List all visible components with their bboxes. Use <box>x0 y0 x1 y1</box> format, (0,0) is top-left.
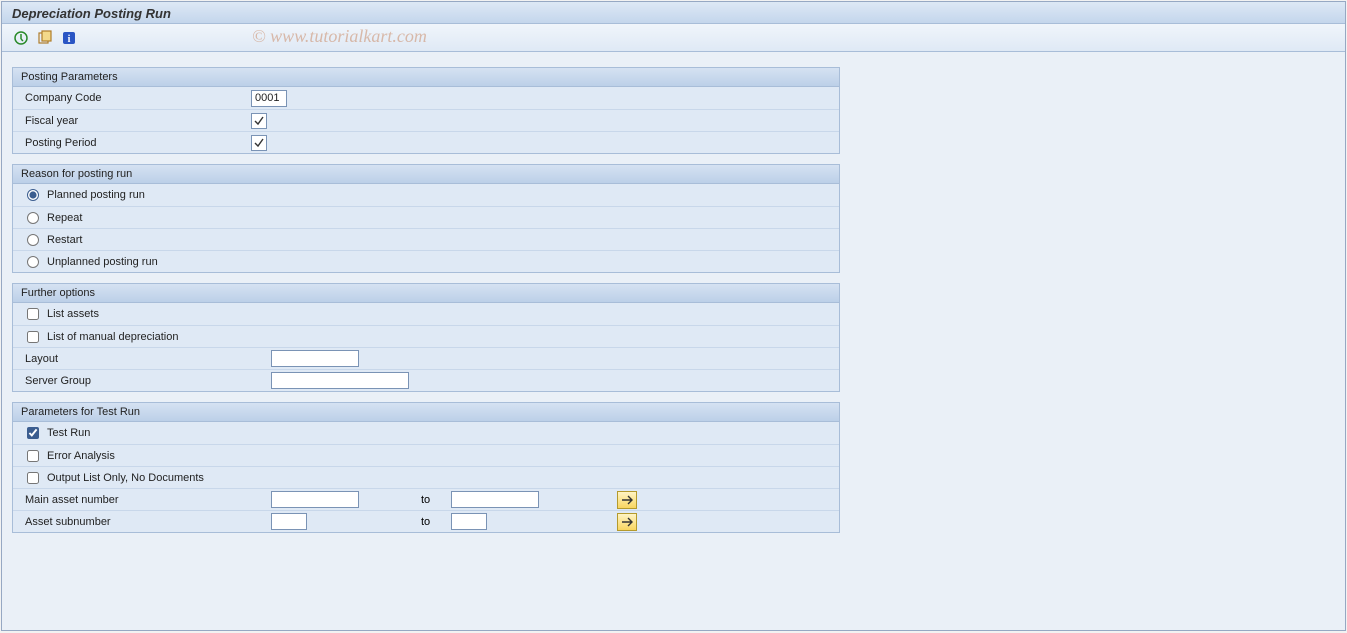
execute-icon[interactable] <box>12 29 30 47</box>
label-asset-sub: Asset subnumber <box>21 516 251 528</box>
svg-text:i: i <box>68 34 71 45</box>
checkbox-list-assets[interactable]: List assets <box>21 308 99 320</box>
row-list-manual: List of manual depreciation <box>13 325 839 347</box>
checkbox-input-error-analysis[interactable] <box>27 450 39 462</box>
toolbar: i © www.tutorialkart.com <box>2 24 1345 52</box>
group-reason: Reason for posting run Planned posting r… <box>12 164 840 273</box>
checkbox-label: List assets <box>47 308 99 320</box>
group-header: Posting Parameters <box>13 68 839 87</box>
radio-input-unplanned[interactable] <box>27 256 39 268</box>
label-company-code: Company Code <box>21 92 251 104</box>
input-company-code[interactable] <box>251 90 287 107</box>
content-area: Posting Parameters Company Code Fiscal y… <box>2 52 1345 558</box>
checkbox-label: Output List Only, No Documents <box>47 472 204 484</box>
radio-planned[interactable]: Planned posting run <box>21 189 145 201</box>
row-asset-sub: Asset subnumber to <box>13 510 839 532</box>
row-radio-planned: Planned posting run <box>13 184 839 206</box>
info-icon[interactable]: i <box>60 29 78 47</box>
radio-label: Planned posting run <box>47 189 145 201</box>
group-test-run: Parameters for Test Run Test Run Error A… <box>12 402 840 533</box>
group-further-options: Further options List assets List of manu… <box>12 283 840 392</box>
page-title: Depreciation Posting Run <box>12 6 171 21</box>
checkbox-input-test-run[interactable] <box>27 427 39 439</box>
checkbox-output-only[interactable]: Output List Only, No Documents <box>21 472 204 484</box>
row-radio-unplanned: Unplanned posting run <box>13 250 839 272</box>
radio-label: Unplanned posting run <box>47 256 158 268</box>
row-layout: Layout <box>13 347 839 369</box>
required-indicator-posting-period[interactable] <box>251 135 267 151</box>
row-main-asset: Main asset number to <box>13 488 839 510</box>
label-fiscal-year: Fiscal year <box>21 115 251 127</box>
row-fiscal-year: Fiscal year <box>13 109 839 131</box>
checkbox-test-run[interactable]: Test Run <box>21 427 90 439</box>
required-indicator-fiscal-year[interactable] <box>251 113 267 129</box>
checkbox-error-analysis[interactable]: Error Analysis <box>21 450 115 462</box>
group-posting-parameters: Posting Parameters Company Code Fiscal y… <box>12 67 840 154</box>
radio-restart[interactable]: Restart <box>21 234 82 246</box>
radio-input-restart[interactable] <box>27 234 39 246</box>
label-to: to <box>391 516 451 528</box>
checkbox-list-manual[interactable]: List of manual depreciation <box>21 331 178 343</box>
radio-unplanned[interactable]: Unplanned posting run <box>21 256 158 268</box>
label-to: to <box>391 494 451 506</box>
checkbox-input-output-only[interactable] <box>27 472 39 484</box>
input-main-asset-to[interactable] <box>451 491 539 508</box>
checkbox-label: Error Analysis <box>47 450 115 462</box>
label-layout: Layout <box>21 353 251 365</box>
row-server-group: Server Group <box>13 369 839 391</box>
radio-input-planned[interactable] <box>27 189 39 201</box>
variant-icon[interactable] <box>36 29 54 47</box>
multiple-selection-button[interactable] <box>617 513 637 531</box>
input-asset-sub-from[interactable] <box>271 513 307 530</box>
checkbox-label: Test Run <box>47 427 90 439</box>
input-asset-sub-to[interactable] <box>451 513 487 530</box>
row-error-analysis: Error Analysis <box>13 444 839 466</box>
label-server-group: Server Group <box>21 375 251 387</box>
watermark: © www.tutorialkart.com <box>252 26 427 47</box>
title-bar: Depreciation Posting Run <box>2 2 1345 24</box>
input-layout[interactable] <box>271 350 359 367</box>
row-list-assets: List assets <box>13 303 839 325</box>
row-output-only: Output List Only, No Documents <box>13 466 839 488</box>
radio-input-repeat[interactable] <box>27 212 39 224</box>
row-radio-repeat: Repeat <box>13 206 839 228</box>
group-header: Reason for posting run <box>13 165 839 184</box>
row-company-code: Company Code <box>13 87 839 109</box>
input-main-asset-from[interactable] <box>271 491 359 508</box>
group-header: Further options <box>13 284 839 303</box>
checkbox-label: List of manual depreciation <box>47 331 178 343</box>
radio-label: Restart <box>47 234 82 246</box>
label-main-asset: Main asset number <box>21 494 251 506</box>
radio-repeat[interactable]: Repeat <box>21 212 82 224</box>
group-header: Parameters for Test Run <box>13 403 839 422</box>
checkbox-input-list-manual[interactable] <box>27 331 39 343</box>
row-test-run: Test Run <box>13 422 839 444</box>
input-server-group[interactable] <box>271 372 409 389</box>
row-posting-period: Posting Period <box>13 131 839 153</box>
label-posting-period: Posting Period <box>21 137 251 149</box>
multiple-selection-button[interactable] <box>617 491 637 509</box>
radio-label: Repeat <box>47 212 82 224</box>
row-radio-restart: Restart <box>13 228 839 250</box>
checkbox-input-list-assets[interactable] <box>27 308 39 320</box>
